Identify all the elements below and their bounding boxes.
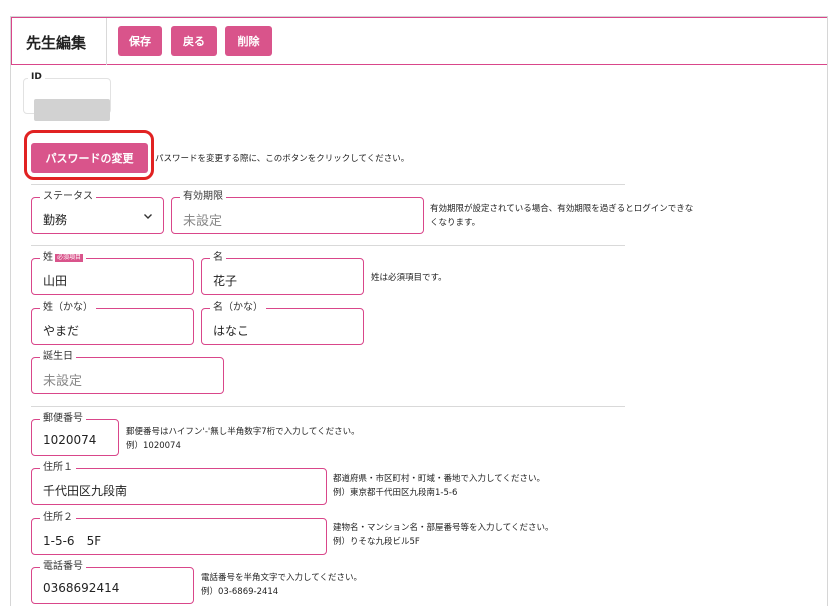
postal-help-line2: 例）1020074	[126, 441, 181, 451]
address1-help-line1: 都道府県・市区町村・町域・番地で入力してください。	[333, 474, 545, 484]
last-name-label-text: 姓	[43, 252, 53, 263]
name-help: 姓は必須項目です。	[371, 273, 447, 283]
header-divider	[106, 18, 107, 65]
address1-help-line2: 例）東京都千代田区九段南1-5-6	[333, 488, 458, 498]
address2-label: 住所２	[40, 512, 76, 524]
expiry-field[interactable]: 有効期限 未設定	[171, 191, 424, 234]
postal-code-label: 郵便番号	[40, 413, 86, 425]
expiry-placeholder: 未設定	[183, 214, 223, 229]
phone-help-line2: 例）03-6869-2414	[201, 587, 279, 597]
id-value-masked	[34, 99, 110, 121]
address2-value: 1-5-6 5F	[43, 534, 102, 548]
status-select[interactable]: ステータス 勤務	[31, 191, 164, 234]
postal-code-field[interactable]: 郵便番号 1020074	[31, 413, 119, 456]
divider	[31, 406, 625, 407]
first-name-value: 花子	[213, 274, 238, 288]
last-name-label: 姓必須項目	[40, 252, 87, 264]
id-label: ID	[28, 72, 45, 82]
phone-label: 電話番号	[40, 561, 86, 573]
page-title: 先生編集	[26, 34, 87, 52]
postal-help: 郵便番号はハイフン'-'無し半角数字7桁で入力してください。 例）1020074	[126, 425, 360, 453]
last-name-kana-label: 姓（かな）	[40, 302, 96, 314]
address1-help: 都道府県・市区町村・町域・番地で入力してください。 例）東京都千代田区九段南1-…	[333, 472, 545, 500]
delete-button[interactable]: 削除	[225, 26, 272, 56]
postal-help-line1: 郵便番号はハイフン'-'無し半角数字7桁で入力してください。	[126, 427, 360, 437]
address2-help: 建物名・マンション名・部屋番号等を入力してください。 例）りそな九段ビル5F	[333, 521, 554, 549]
status-value: 勤務	[43, 213, 68, 227]
required-badge: 必須項目	[55, 254, 84, 262]
first-name-kana-label: 名（かな）	[210, 302, 266, 314]
birthday-field[interactable]: 誕生日 未設定	[31, 351, 224, 394]
address1-field[interactable]: 住所１ 千代田区九段南	[31, 462, 327, 505]
expiry-label: 有効期限	[180, 191, 226, 203]
last-name-kana-value: やまだ	[43, 324, 80, 338]
address2-help-line2: 例）りそな九段ビル5F	[333, 537, 420, 547]
phone-help: 電話番号を半角文字で入力してください。 例）03-6869-2414	[201, 571, 362, 599]
change-password-button[interactable]: パスワードの変更	[31, 143, 148, 173]
phone-help-line1: 電話番号を半角文字で入力してください。	[201, 573, 362, 583]
status-label: ステータス	[40, 191, 96, 203]
first-name-field[interactable]: 名 花子	[201, 252, 364, 295]
divider	[31, 245, 625, 246]
expiry-help: 有効期限が設定されている場合、有効期限を過ぎるとログインできな くなります。	[430, 202, 693, 230]
last-name-value: 山田	[43, 274, 68, 288]
phone-value: 0368692414	[43, 581, 120, 595]
phone-field[interactable]: 電話番号 0368692414	[31, 561, 194, 604]
address1-label: 住所１	[40, 462, 76, 474]
header-bar: 先生編集 保存 戻る 削除	[11, 17, 827, 65]
birthday-label: 誕生日	[40, 351, 76, 363]
postal-code-value: 1020074	[43, 433, 97, 447]
address2-field[interactable]: 住所２ 1-5-6 5F	[31, 512, 327, 555]
last-name-field[interactable]: 姓必須項目 山田	[31, 252, 194, 295]
birthday-placeholder: 未設定	[43, 374, 83, 389]
first-name-kana-value: はなこ	[213, 324, 250, 338]
address2-help-line1: 建物名・マンション名・部屋番号等を入力してください。	[333, 523, 554, 533]
divider	[31, 184, 625, 185]
expiry-help-line2: くなります。	[430, 218, 481, 228]
expiry-help-line1: 有効期限が設定されている場合、有効期限を過ぎるとログインできな	[430, 204, 694, 214]
password-help: パスワードを変更する際に、このボタンをクリックしてください。	[155, 154, 410, 164]
address1-value: 千代田区九段南	[43, 484, 128, 498]
first-name-kana-field[interactable]: 名（かな） はなこ	[201, 302, 364, 345]
save-button[interactable]: 保存	[118, 26, 162, 56]
first-name-label: 名	[210, 252, 226, 264]
last-name-kana-field[interactable]: 姓（かな） やまだ	[31, 302, 194, 345]
back-button[interactable]: 戻る	[171, 26, 217, 56]
chevron-down-icon	[144, 214, 152, 219]
